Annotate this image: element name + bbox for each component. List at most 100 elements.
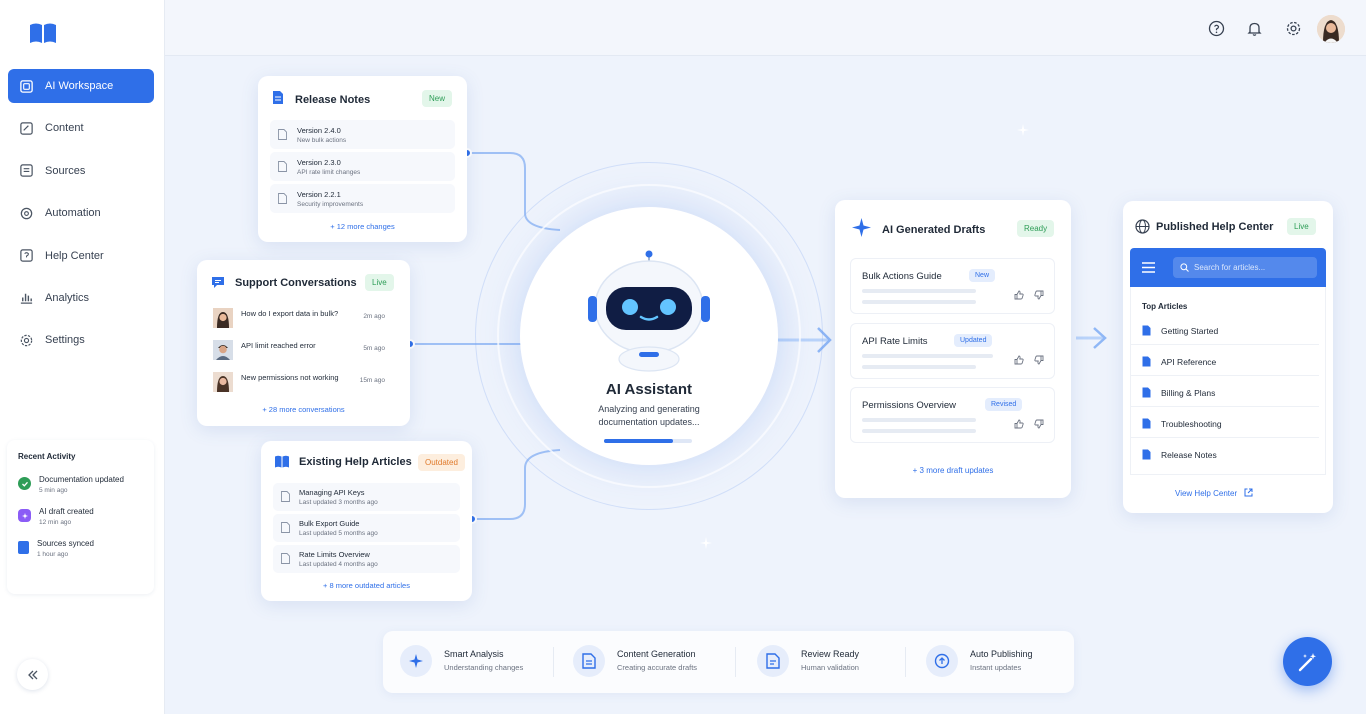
help-article-item[interactable]: Getting Started xyxy=(1131,317,1319,345)
help-article-item[interactable]: Troubleshooting xyxy=(1131,410,1319,438)
thumbs-up-icon[interactable] xyxy=(1014,355,1024,365)
version-label: Version 2.3.0 xyxy=(297,158,341,167)
content-icon xyxy=(20,122,33,135)
activity-time: 12 min ago xyxy=(39,519,72,526)
activity-item[interactable]: AI draft created 12 min ago xyxy=(18,507,143,526)
file-icon xyxy=(278,129,287,140)
thumbs-down-icon[interactable] xyxy=(1034,290,1044,300)
list-item[interactable]: How do I export data in bulk? 2m ago xyxy=(209,306,393,334)
section-title: Top Articles xyxy=(1142,302,1188,311)
globe-upload-icon xyxy=(926,645,958,677)
sidebar-item-content[interactable]: Content xyxy=(8,111,154,145)
draft-item[interactable]: API Rate Limits Updated xyxy=(850,323,1055,379)
thumbs-down-icon[interactable] xyxy=(1034,355,1044,365)
conversation-time: 2m ago xyxy=(363,313,385,320)
more-link[interactable]: + 28 more conversations xyxy=(197,405,410,414)
text-placeholder-bar xyxy=(862,300,976,304)
activity-item[interactable]: Documentation updated 5 min ago xyxy=(18,475,143,494)
gear-icon[interactable] xyxy=(1285,20,1302,37)
sparkle-icon xyxy=(852,218,871,237)
book-logo-icon[interactable] xyxy=(29,22,57,44)
activity-time: 5 min ago xyxy=(39,487,68,494)
help-article-item[interactable]: Billing & Plans xyxy=(1131,379,1319,407)
article-updated: Last updated 3 months ago xyxy=(299,499,378,506)
workspace-icon xyxy=(20,79,33,93)
draft-label: Bulk Actions Guide xyxy=(862,271,942,282)
thumbs-down-icon[interactable] xyxy=(1034,419,1044,429)
list-item[interactable]: Rate Limits Overview Last updated 4 mont… xyxy=(273,545,460,573)
conversation-text: API limit reached error xyxy=(241,341,316,350)
features-bar: Smart Analysis Understanding changes Con… xyxy=(383,631,1074,693)
document-icon xyxy=(1142,449,1151,460)
list-item[interactable]: API limit reached error 5m ago xyxy=(209,338,393,366)
feature-subtitle: Understanding changes xyxy=(444,663,524,672)
top-bar xyxy=(165,0,1366,56)
feature-subtitle: Instant updates xyxy=(970,663,1022,672)
help-center-header: Search for articles... xyxy=(1130,248,1326,287)
avatar xyxy=(213,340,233,360)
support-conversations-card[interactable]: Support Conversations Live How do I expo… xyxy=(197,260,410,426)
feature-subtitle: Human validation xyxy=(801,663,859,672)
divider xyxy=(905,647,906,677)
collapse-sidebar-button[interactable] xyxy=(17,659,48,690)
list-item[interactable]: Version 2.3.0 API rate limit changes xyxy=(270,152,455,181)
list-item[interactable]: Version 2.2.1 Security improvements xyxy=(270,184,455,213)
sidebar-item-automation[interactable]: Automation xyxy=(8,196,154,230)
existing-help-articles-card[interactable]: Existing Help Articles Outdated Managing… xyxy=(261,441,472,601)
progress-fill xyxy=(604,439,673,443)
published-help-center-card[interactable]: Published Help Center Live Search for ar… xyxy=(1123,201,1333,513)
list-item[interactable]: Bulk Export Guide Last updated 5 months … xyxy=(273,514,460,542)
bell-icon[interactable] xyxy=(1246,20,1263,37)
help-article-item[interactable]: Release Notes xyxy=(1131,441,1319,469)
sidebar-item-settings[interactable]: Settings xyxy=(8,323,154,357)
article-title: Rate Limits Overview xyxy=(299,550,370,559)
draft-tag: Updated xyxy=(954,334,993,347)
sidebar-item-label: AI Workspace xyxy=(45,80,114,92)
sidebar-item-sources[interactable]: Sources xyxy=(8,154,154,188)
menu-icon[interactable] xyxy=(1142,262,1155,273)
sidebar-item-ai-workspace[interactable]: AI Workspace xyxy=(8,69,154,103)
user-avatar[interactable] xyxy=(1317,15,1345,43)
sources-icon xyxy=(20,164,33,178)
view-help-center-link[interactable]: View Help Center xyxy=(1175,488,1253,498)
draft-item[interactable]: Bulk Actions Guide New xyxy=(850,258,1055,314)
list-item[interactable]: Managing API Keys Last updated 3 months … xyxy=(273,483,460,511)
more-link[interactable]: + 8 more outdated articles xyxy=(261,581,472,590)
activity-item[interactable]: Sources synced 1 hour ago xyxy=(18,539,143,558)
feature-title: Content Generation xyxy=(617,649,696,659)
draft-tag: New xyxy=(969,269,996,282)
release-notes-card[interactable]: Release Notes New Version 2.4.0 New bulk… xyxy=(258,76,467,242)
thumbs-up-icon[interactable] xyxy=(1014,290,1024,300)
file-icon xyxy=(278,193,287,204)
divider xyxy=(735,647,736,677)
status-badge: Ready xyxy=(1017,220,1055,237)
automation-icon xyxy=(20,207,33,219)
avatar xyxy=(213,308,233,328)
draft-item[interactable]: Permissions Overview Revised xyxy=(850,387,1055,443)
document-edit-icon xyxy=(573,645,605,677)
document-icon xyxy=(1142,418,1151,429)
thumbs-up-icon[interactable] xyxy=(1014,419,1024,429)
more-link[interactable]: + 12 more changes xyxy=(258,222,467,231)
double-chevron-left-icon xyxy=(27,670,37,679)
globe-icon xyxy=(1135,219,1150,234)
status-badge: Live xyxy=(1287,218,1316,235)
more-link[interactable]: + 3 more draft updates xyxy=(835,466,1071,475)
chat-icon xyxy=(212,277,224,288)
list-item[interactable]: Version 2.4.0 New bulk actions xyxy=(270,120,455,149)
conversation-time: 15m ago xyxy=(359,377,385,384)
list-item[interactable]: New permissions not working 15m ago xyxy=(209,370,393,398)
draft-label: Permissions Overview xyxy=(862,400,956,411)
sidebar-item-analytics[interactable]: Analytics xyxy=(8,281,154,315)
help-search-input[interactable]: Search for articles... xyxy=(1173,257,1317,278)
ai-assistant-hub[interactable]: AI Assistant Analyzing and generating do… xyxy=(520,207,778,465)
sidebar-item-help-center[interactable]: Help Center xyxy=(8,239,154,273)
help-icon[interactable] xyxy=(1208,20,1225,37)
robot-icon xyxy=(588,250,710,372)
article-title: Managing API Keys xyxy=(299,488,365,497)
article-title: Bulk Export Guide xyxy=(299,519,360,528)
magic-wand-button[interactable] xyxy=(1283,637,1332,686)
ai-generated-drafts-card[interactable]: AI Generated Drafts Ready Bulk Actions G… xyxy=(835,200,1071,498)
help-article-item[interactable]: API Reference xyxy=(1131,348,1319,376)
help-article-label: Release Notes xyxy=(1161,450,1217,460)
